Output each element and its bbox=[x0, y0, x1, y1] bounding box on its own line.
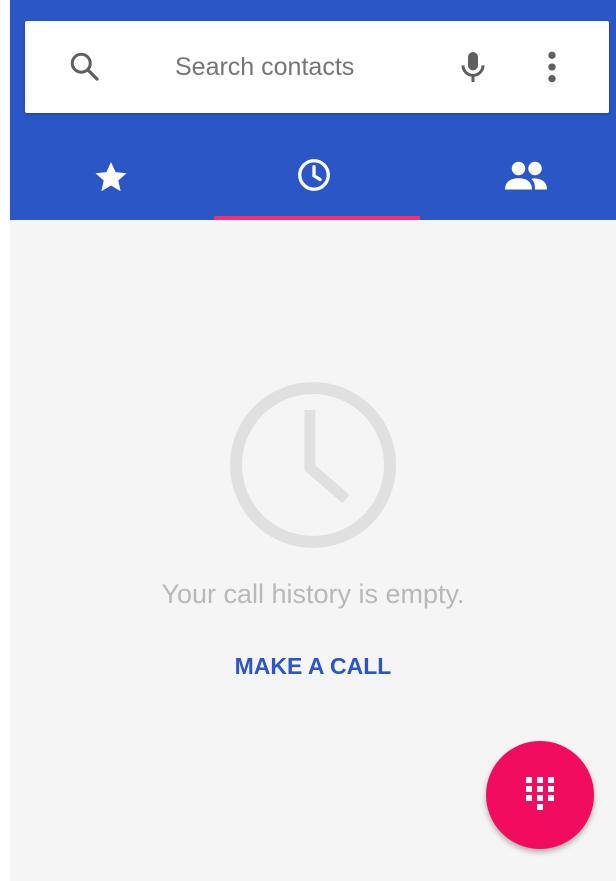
tab-indicator bbox=[214, 216, 420, 220]
more-vert-icon[interactable] bbox=[540, 47, 564, 87]
tab-speed-dial[interactable] bbox=[10, 128, 212, 220]
tab-recents[interactable] bbox=[212, 128, 414, 220]
make-a-call-button[interactable]: MAKE A CALL bbox=[10, 653, 616, 680]
tab-contacts[interactable] bbox=[414, 128, 616, 220]
app-bar: Search contacts bbox=[10, 0, 616, 220]
clock-icon bbox=[230, 382, 396, 548]
search-input[interactable]: Search contacts bbox=[175, 21, 354, 113]
search-box[interactable]: Search contacts bbox=[25, 21, 609, 113]
dialpad-icon bbox=[526, 777, 554, 810]
search-icon bbox=[70, 52, 99, 81]
dialpad-fab[interactable] bbox=[486, 741, 594, 849]
dialer-screen: Search contacts Your call history is emp… bbox=[10, 0, 616, 881]
clock-icon bbox=[298, 159, 330, 191]
people-icon bbox=[505, 161, 547, 190]
tab-bar bbox=[10, 128, 616, 220]
mic-icon[interactable] bbox=[453, 47, 493, 87]
star-icon bbox=[95, 161, 127, 192]
empty-state-message: Your call history is empty. bbox=[161, 579, 465, 609]
